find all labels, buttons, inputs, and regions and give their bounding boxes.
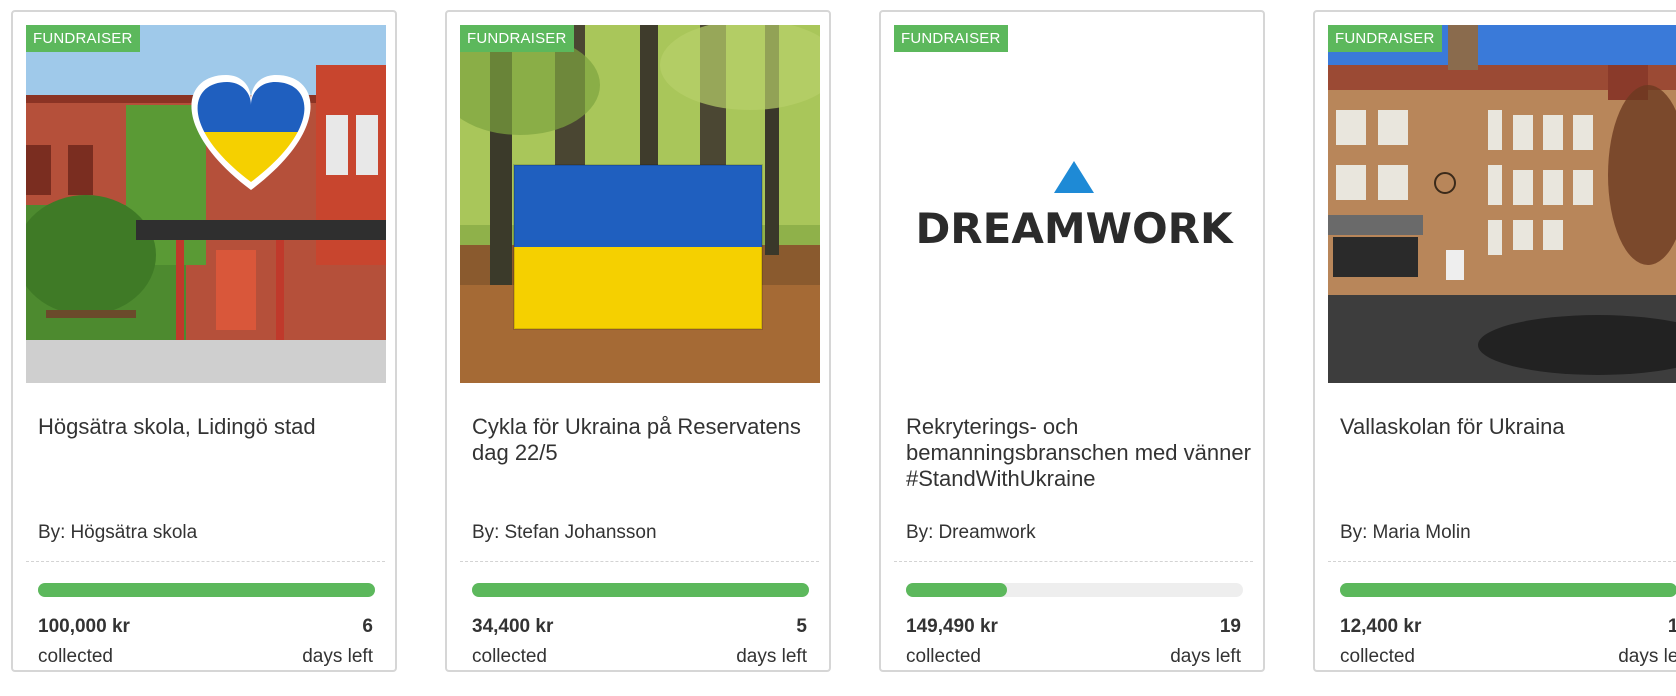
days-remaining: 5	[796, 616, 807, 637]
divider	[894, 561, 1253, 562]
organizer-name: Högsätra skola	[70, 522, 198, 543]
dreamwork-logo-image: DREAMWORK	[894, 25, 1254, 383]
amount-collected: 100,000 kr	[38, 616, 130, 637]
days-left-label: days left	[1170, 646, 1241, 667]
fundraiser-badge: FUNDRAISER	[894, 25, 1008, 52]
fundraiser-title[interactable]: Vallaskolan för Ukraina	[1340, 414, 1676, 440]
amount-collected: 12,400 kr	[1340, 616, 1422, 637]
days-remaining: 19	[1219, 616, 1241, 637]
organizer-name: Stefan Johansson	[504, 522, 657, 543]
organizer-name: Dreamwork	[938, 522, 1036, 543]
collected-label: collected	[906, 646, 981, 667]
progress-bar	[38, 583, 375, 597]
organizer-label: By:	[906, 522, 934, 543]
progress-fill	[38, 583, 375, 597]
logo-text: DREAMWORK	[915, 204, 1234, 253]
organizer-label: By:	[38, 522, 66, 543]
collected-label: collected	[1340, 646, 1415, 667]
divider	[460, 561, 819, 562]
divider	[26, 561, 385, 562]
fundraiser-organizer: By: Högsätra skola	[38, 522, 197, 544]
organizer-label: By:	[1340, 522, 1368, 543]
progress-bar	[906, 583, 1243, 597]
organizer-label: By:	[472, 522, 500, 543]
fundraiser-badge: FUNDRAISER	[1328, 25, 1442, 52]
collected-label: collected	[38, 646, 113, 667]
organizer-name: Maria Molin	[1372, 522, 1471, 543]
fundraiser-card[interactable]: FUNDRAISER Högsätra skola, Lidingö stad …	[11, 10, 397, 672]
fundraiser-organizer: By: Maria Molin	[1340, 522, 1471, 544]
forest-flag-image	[460, 25, 820, 383]
school-heart-image	[26, 25, 386, 383]
amount-collected: 34,400 kr	[472, 616, 554, 637]
collected-label: collected	[472, 646, 547, 667]
days-left-label: days left	[302, 646, 373, 667]
fundraiser-title[interactable]: Högsätra skola, Lidingö stad	[38, 414, 388, 440]
fundraiser-image[interactable]: DREAMWORK	[894, 25, 1254, 383]
progress-fill	[472, 583, 809, 597]
amount-collected: 149,490 kr	[906, 616, 998, 637]
fundraiser-card[interactable]: FUNDRAISER DREAMWORK Rekryterings- och b…	[879, 10, 1265, 672]
fundraiser-image[interactable]	[1328, 25, 1676, 383]
school-building-image	[1328, 25, 1676, 383]
fundraiser-image[interactable]	[26, 25, 386, 383]
fundraiser-title[interactable]: Rekryterings- och bemanningsbranschen me…	[906, 414, 1256, 492]
fundraiser-badge: FUNDRAISER	[26, 25, 140, 52]
progress-bar	[472, 583, 809, 597]
fundraiser-card[interactable]: FUNDRAISER Cykla för Ukraina på Reservat…	[445, 10, 831, 672]
divider	[1328, 561, 1676, 562]
progress-fill	[906, 583, 1008, 597]
fundraiser-badge: FUNDRAISER	[460, 25, 574, 52]
fundraiser-card[interactable]: FUNDRAISER Vallaskolan för Ukraina By: M…	[1313, 10, 1676, 672]
fundraiser-organizer: By: Stefan Johansson	[472, 522, 657, 544]
days-remaining: 6	[362, 616, 373, 637]
fundraiser-title[interactable]: Cykla för Ukraina på Reservatens dag 22/…	[472, 414, 822, 466]
days-remaining: 15	[1668, 616, 1676, 638]
days-left-label: days left	[1618, 646, 1676, 667]
progress-bar	[1340, 583, 1676, 597]
days-left-label: days left	[736, 646, 807, 667]
fundraiser-image[interactable]	[460, 25, 820, 383]
fundraiser-organizer: By: Dreamwork	[906, 522, 1036, 544]
progress-fill	[1340, 583, 1676, 597]
